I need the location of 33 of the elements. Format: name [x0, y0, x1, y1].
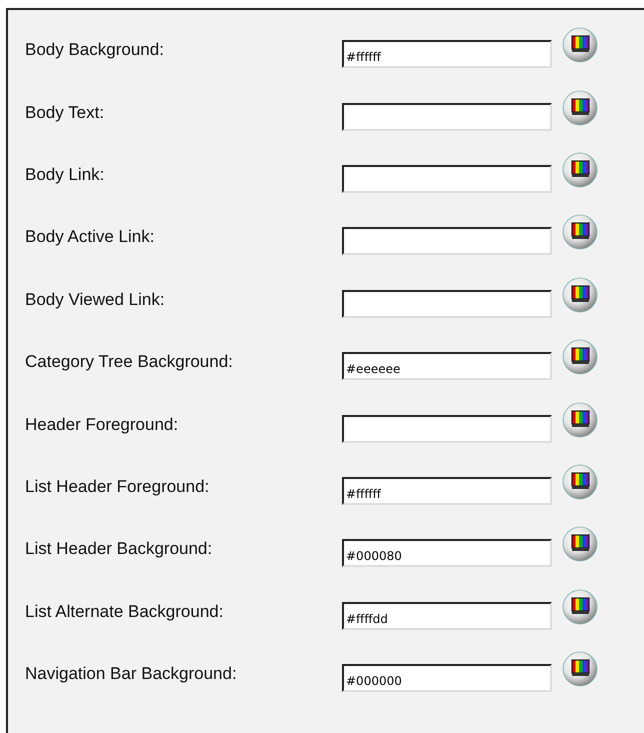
color-picker-icon[interactable]	[562, 152, 598, 188]
color-picker-icon[interactable]	[562, 651, 598, 688]
color-input-field[interactable]: #ffffff	[342, 40, 552, 68]
field-label: List Header Background:	[24, 539, 214, 560]
color-picker-icon[interactable]	[562, 214, 598, 250]
color-picker-icon[interactable]	[562, 276, 598, 313]
color-input-field[interactable]	[342, 290, 552, 318]
color-input-field[interactable]: #000080	[342, 539, 552, 568]
field-label: List Alternate Background:	[24, 602, 224, 622]
color-input-field[interactable]	[342, 227, 552, 256]
field-label: Body Viewed Link:	[24, 290, 166, 310]
color-input-field[interactable]	[342, 414, 552, 443]
field-label: List Header Foreground:	[24, 476, 210, 497]
field-label: Body Link:	[24, 164, 106, 185]
color-picker-icon[interactable]	[562, 588, 598, 625]
color-input-field[interactable]: #eeeeee	[342, 352, 552, 380]
color-picker-icon[interactable]	[562, 402, 598, 438]
color-input-field[interactable]: #ffffff	[342, 476, 552, 505]
color-input-field[interactable]	[342, 102, 552, 131]
field-label: Body Active Link:	[24, 227, 156, 248]
color-picker-icon[interactable]	[562, 90, 598, 126]
color-input-field[interactable]: #ffffdd	[342, 602, 552, 630]
field-label: Body Background:	[24, 40, 165, 60]
color-picker-icon[interactable]	[562, 526, 598, 562]
field-label: Body Text:	[24, 102, 106, 123]
color-input-field[interactable]	[342, 164, 552, 193]
field-label: Header Foreground:	[24, 414, 180, 435]
color-picker-icon[interactable]	[562, 464, 598, 500]
field-label: Category Tree Background:	[24, 352, 234, 372]
color-picker-icon[interactable]	[562, 27, 598, 64]
color-input-field[interactable]: #000000	[342, 664, 552, 692]
color-picker-icon[interactable]	[562, 339, 598, 376]
field-label: Navigation Bar Background:	[24, 664, 238, 684]
